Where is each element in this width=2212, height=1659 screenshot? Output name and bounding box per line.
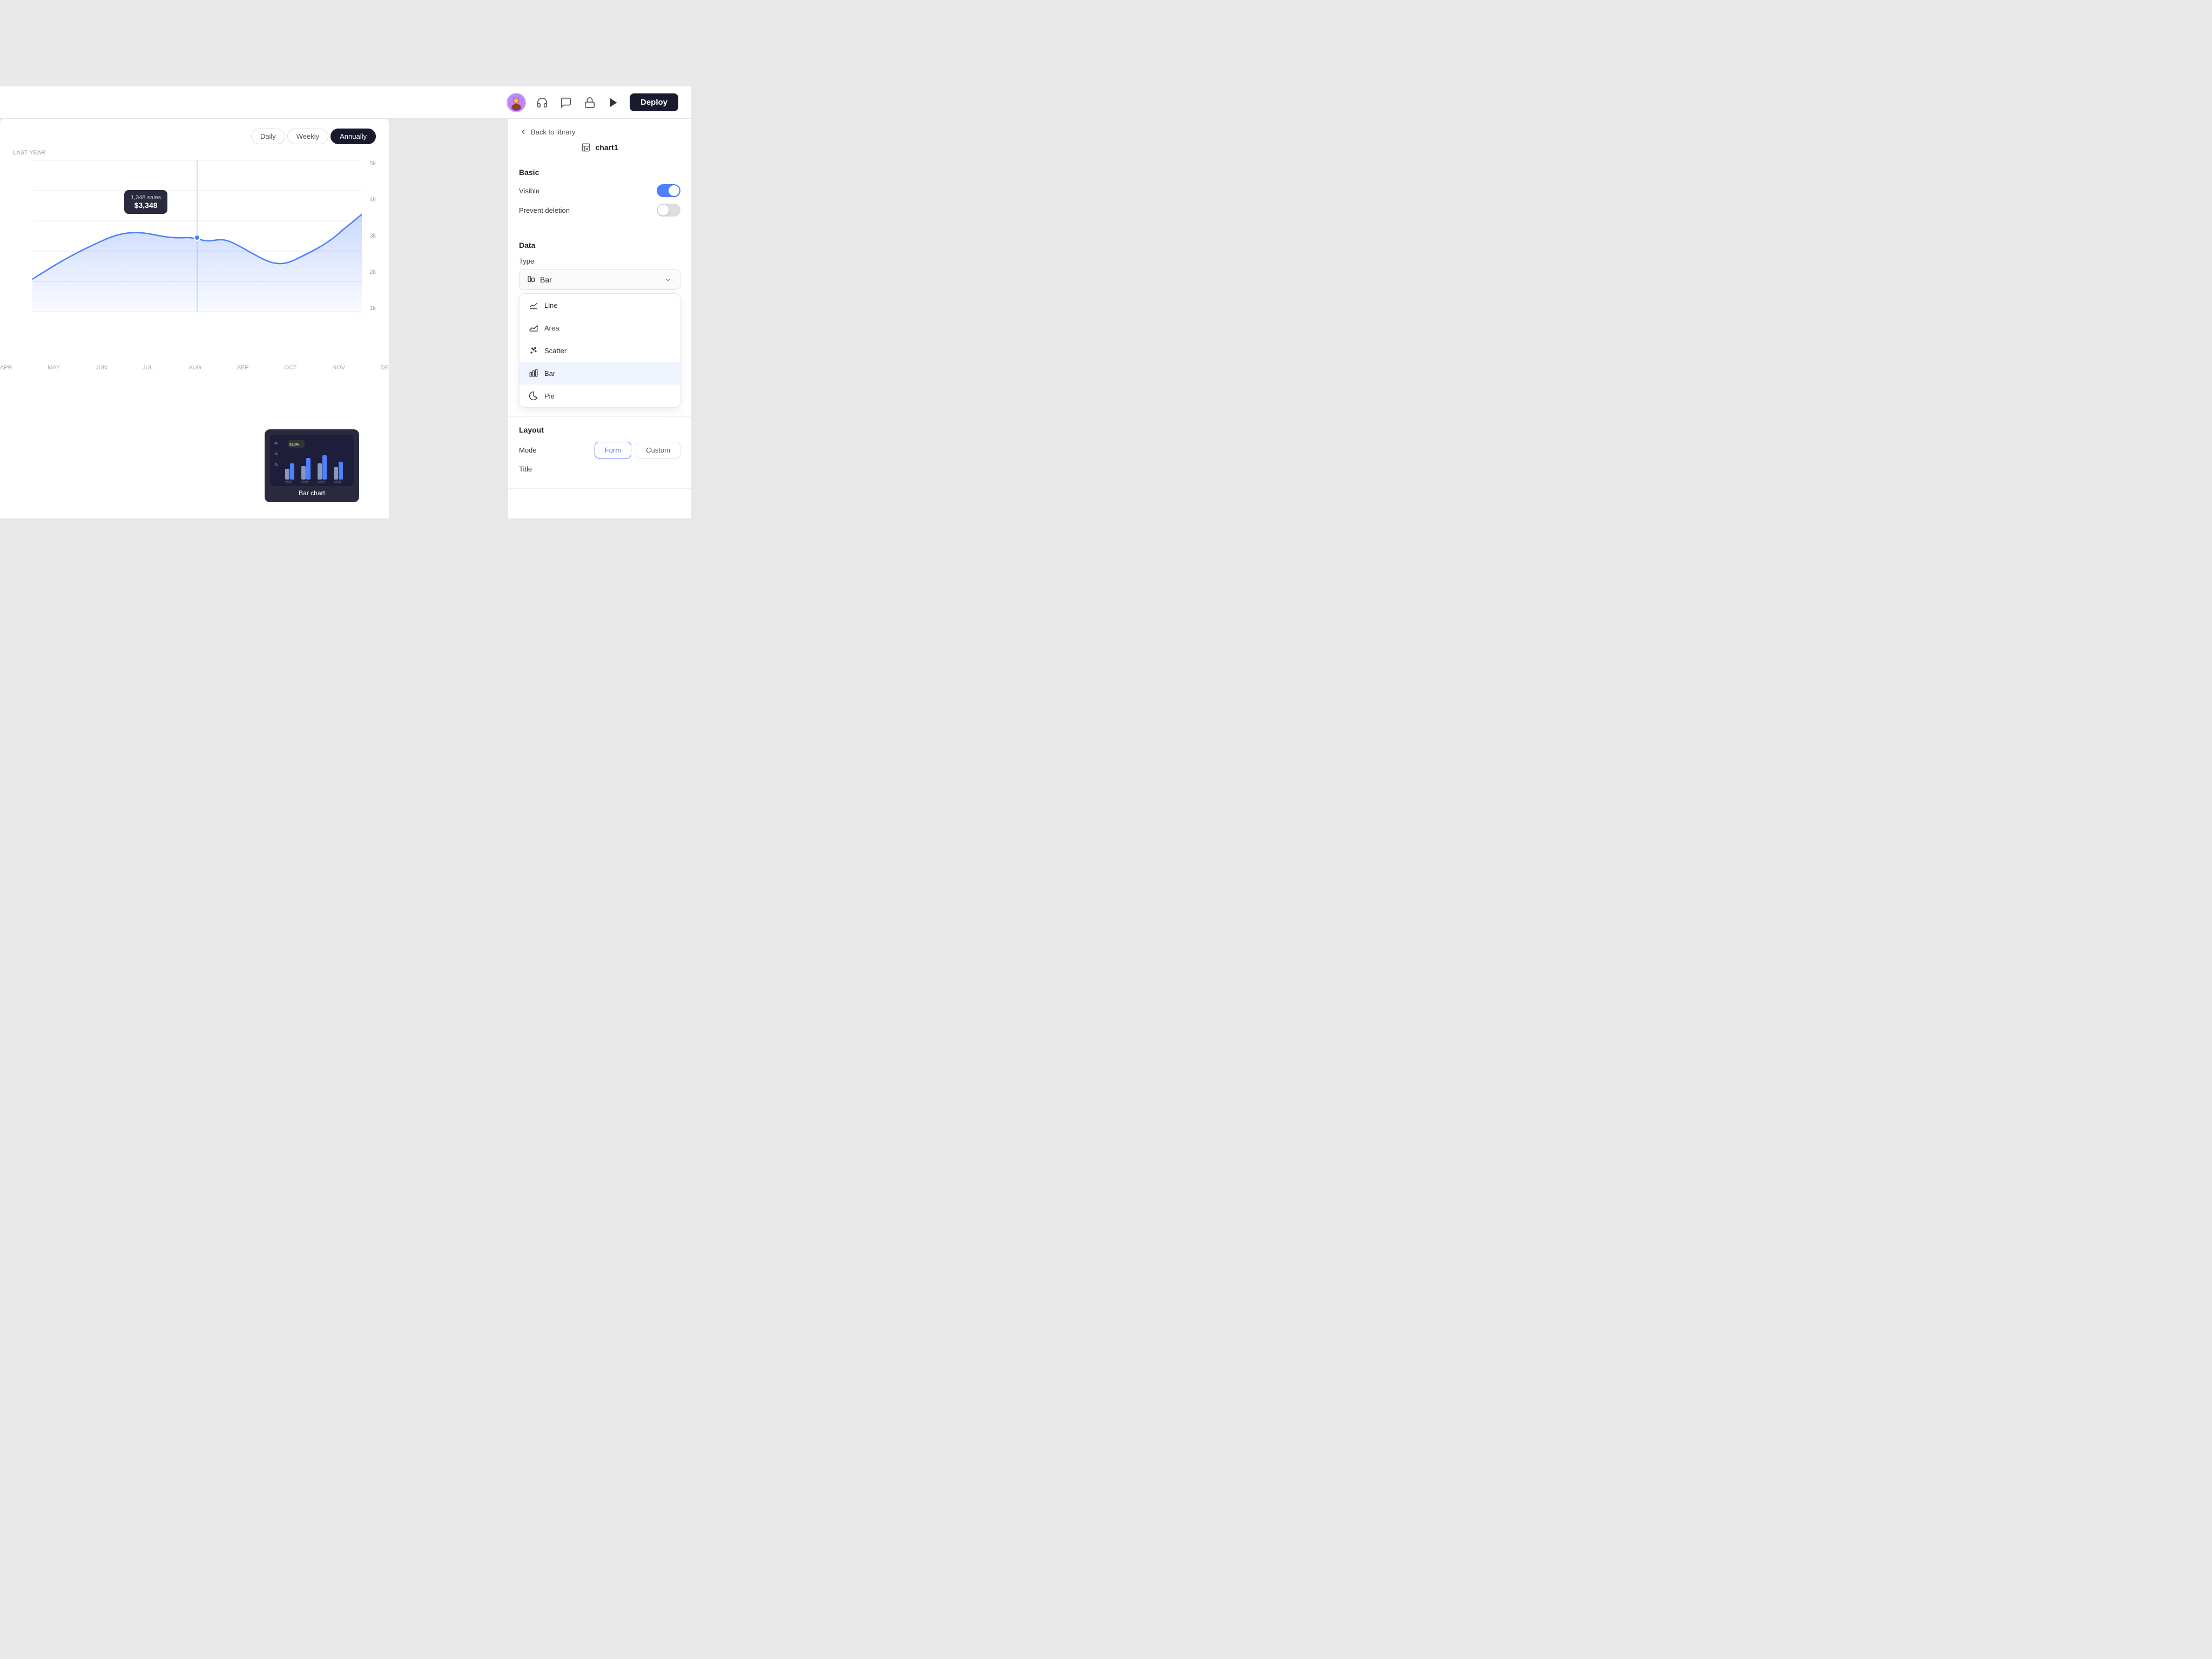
y-label-5k: 5k [369, 160, 376, 167]
x-label-sep: SEP [237, 365, 249, 371]
mode-buttons: Form Custom [595, 442, 680, 458]
svg-text:$3,348: $3,348 [289, 443, 300, 447]
svg-text:4k: 4k [274, 442, 279, 446]
dropdown-item-bar-label: Bar [544, 369, 555, 377]
type-select-inner: Bar [527, 275, 552, 284]
y-label-4k: 4k [369, 197, 376, 203]
dropdown-item-line[interactable]: Line [520, 294, 680, 316]
back-to-library-link[interactable]: Back to library [519, 127, 680, 136]
tab-weekly[interactable]: Weekly [287, 129, 328, 144]
mode-form-button[interactable]: Form [595, 442, 631, 458]
scatter-chart-icon [528, 345, 539, 356]
x-label-dec: DE [381, 365, 389, 371]
background-texture [0, 0, 691, 97]
svg-text:2021: 2021 [301, 481, 309, 484]
chart-year-label: LAST YEAR [13, 150, 45, 156]
visible-toggle-knob [669, 185, 679, 196]
dropdown-item-area[interactable]: Area [520, 316, 680, 339]
deploy-button[interactable]: Deploy [630, 93, 678, 111]
back-link-text: Back to library [531, 128, 575, 136]
chart-title-row: chart1 [519, 143, 680, 152]
tab-daily[interactable]: Daily [251, 129, 285, 144]
chart-y-labels: 1k 2k 3k 4k 5k [369, 160, 376, 312]
x-label-apr: APR [0, 365, 12, 371]
type-select[interactable]: Bar [519, 269, 680, 290]
bar-preview-tooltip: 4k 3k 2k 2020 2021 2022 20 [265, 429, 359, 502]
visible-label: Visible [519, 187, 539, 195]
tooltip-price: $3,348 [131, 201, 161, 210]
type-dropdown-menu: Line Area [519, 293, 680, 408]
y-label-3k: 3k [369, 233, 376, 239]
chart-name: chart1 [595, 143, 618, 152]
type-label: Type [519, 257, 680, 265]
basic-section: Basic Visible Prevent deletion [508, 159, 691, 232]
x-label-may: MAY [48, 365, 60, 371]
x-label-jul: JUL [143, 365, 153, 371]
basic-section-title: Basic [519, 168, 680, 177]
chart-panel: Daily Weekly Annually LAST YEAR 1k 2k 3k… [0, 119, 389, 518]
title-row: Title [519, 465, 680, 473]
dropdown-item-bar[interactable]: Bar [520, 362, 680, 385]
bar-preview-chart: 4k 3k 2k 2020 2021 2022 20 [270, 435, 354, 486]
chevron-down-icon [664, 275, 672, 284]
x-label-aug: AUG [188, 365, 201, 371]
svg-text:2022: 2022 [318, 481, 325, 484]
mode-label: Mode [519, 446, 537, 454]
chart-area: LAST YEAR 1k 2k 3k 4k 5k [0, 150, 389, 355]
svg-text:2020: 2020 [285, 481, 293, 484]
layout-section: Layout Mode Form Custom Title [508, 417, 691, 489]
dropdown-item-scatter[interactable]: Scatter [520, 339, 680, 362]
line-chart-icon [528, 300, 539, 311]
mode-row: Mode Form Custom [519, 442, 680, 458]
chart-x-labels: APR MAY JUN JUL AUG SEP OCT NOV DE [0, 365, 389, 371]
y-label-1k: 1k [369, 305, 376, 312]
lock-icon[interactable] [582, 95, 597, 110]
mode-custom-button[interactable]: Custom [636, 442, 680, 458]
visible-row: Visible [519, 184, 680, 197]
prevent-deletion-row: Prevent deletion [519, 204, 680, 217]
area-chart-icon [528, 322, 539, 333]
dropdown-item-area-label: Area [544, 324, 559, 332]
right-panel: Back to library chart1 Basic Visible Pre… [508, 119, 691, 518]
rp-header: Back to library chart1 [508, 119, 691, 159]
prevent-deletion-label: Prevent deletion [519, 206, 570, 214]
title-label: Title [519, 465, 532, 473]
chart-svg-container [32, 160, 362, 312]
dropdown-item-scatter-label: Scatter [544, 347, 567, 355]
layout-section-title: Layout [519, 426, 680, 434]
x-label-oct: OCT [284, 365, 296, 371]
dropdown-item-line-label: Line [544, 301, 558, 309]
selected-type: Bar [540, 275, 552, 284]
tab-annually[interactable]: Annually [331, 129, 376, 144]
play-icon[interactable] [606, 95, 621, 110]
top-toolbar: Deploy [0, 86, 691, 119]
svg-text:3k: 3k [274, 453, 279, 456]
data-section: Data Type Bar [508, 232, 691, 417]
comment-icon[interactable] [558, 95, 574, 110]
prevent-deletion-toggle-knob [658, 205, 669, 215]
visible-toggle[interactable] [657, 184, 680, 197]
avatar[interactable] [507, 93, 526, 112]
bar-preview-label: Bar chart [270, 489, 354, 497]
headphones-icon[interactable] [535, 95, 550, 110]
x-label-jun: JUN [96, 365, 107, 371]
pie-chart-icon [528, 390, 539, 401]
data-section-title: Data [519, 241, 680, 249]
chart-tooltip: 1,348 sales $3,348 [124, 190, 167, 214]
y-label-2k: 2k [369, 269, 376, 275]
dropdown-item-pie-label: Pie [544, 392, 555, 400]
tooltip-sales: 1,348 sales [131, 194, 161, 201]
svg-text:2k: 2k [274, 463, 279, 467]
svg-text:2023: 2023 [334, 481, 341, 484]
bar-chart-icon [528, 368, 539, 379]
x-label-nov: NOV [332, 365, 345, 371]
prevent-deletion-toggle[interactable] [657, 204, 680, 217]
dropdown-item-pie[interactable]: Pie [520, 385, 680, 407]
chart-toolbar: Daily Weekly Annually [0, 119, 389, 150]
